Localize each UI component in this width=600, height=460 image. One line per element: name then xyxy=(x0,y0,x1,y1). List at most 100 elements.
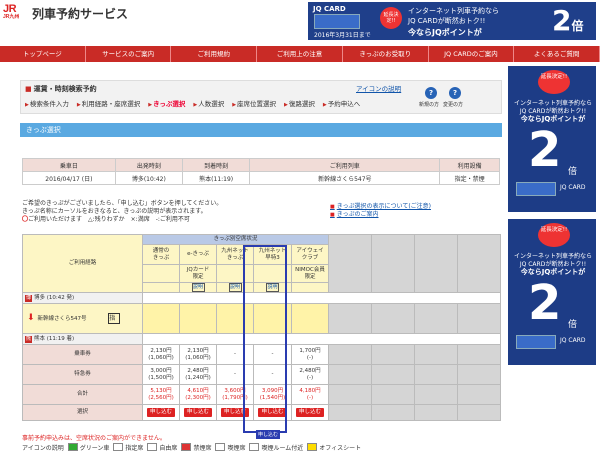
reserved-seat-icon: 指 xyxy=(108,313,121,324)
info-header: ご利用列車 xyxy=(249,158,441,172)
info-header: 乗車日 xyxy=(22,158,116,172)
side-big-number: 2 xyxy=(528,275,562,331)
banner-line3: 今ならJQポイントが xyxy=(408,28,482,37)
help-new-icon[interactable]: ? xyxy=(425,87,437,99)
ticket-name-iway[interactable]: アイウェイ クラブ xyxy=(290,244,330,265)
nav-cautions[interactable]: ご利用上の注意 xyxy=(257,46,343,62)
total-cell: 4,610円 (2,300円) xyxy=(179,384,217,405)
banner-badge: 延長決定!! xyxy=(380,7,402,29)
info-header: 利用設備 xyxy=(439,158,500,172)
main-nav: トップページ サービスのご案内 ご利用規約 ご利用上の注意 きっぷのお受取り J… xyxy=(0,46,600,62)
jr-logo[interactable]: JR JR九州 xyxy=(3,3,19,20)
banner-big-number: 2倍 xyxy=(552,4,584,37)
site-header: JR JR九州 列車予約サービス JQ CARD 2016年3月31日まで 延長決… xyxy=(0,0,600,42)
apply-button-e[interactable]: 申し込む xyxy=(183,408,212,417)
side-badge: 延長決定!! xyxy=(538,70,570,94)
price-cell: - xyxy=(216,344,254,365)
train-row: ⬇ 新幹線さくら547号 指 xyxy=(22,303,143,334)
ticket-name-normal[interactable]: 通常の きっぷ xyxy=(142,244,180,265)
smoking-room-icon xyxy=(249,443,260,451)
search-panel: 運賃・時刻検索予約 アイコンの説明 検索条件入力 利用経路・座席選択 きっぷ選択… xyxy=(20,80,502,114)
side-bai: 倍 xyxy=(568,320,578,330)
ticket-name-kyushu-net[interactable]: 九州ネット きっぷ xyxy=(216,244,254,265)
help-change-icon[interactable]: ? xyxy=(449,87,461,99)
info-header: 到着時刻 xyxy=(181,158,251,172)
row-label-total: 合計 xyxy=(22,384,143,405)
explain-link-e[interactable]: 説明 xyxy=(191,283,205,292)
jq-card-banner[interactable]: JQ CARD 2016年3月31日まで 延長決定!! インターネット列車予約な… xyxy=(308,2,596,40)
station-icon: 博 xyxy=(25,294,33,302)
explain-link-hayatoku3[interactable]: 説明 xyxy=(266,283,279,292)
step-4: 人数選択 xyxy=(193,98,224,108)
step-6: 復路選択 xyxy=(284,98,315,108)
side-banner-2[interactable]: 延長決定!! インターネット列車予約なら JQ CARDが断然おトク!! 今なら… xyxy=(508,219,596,365)
info-train: 新幹線さくら547号 xyxy=(249,171,441,185)
banner-jq-label: JQ CARD xyxy=(313,5,346,13)
apply-button-kyushu-net[interactable]: 申し込む xyxy=(220,408,249,417)
ticket-name-hayatoku3[interactable]: 九州ネット 早特3 xyxy=(253,244,292,265)
banner-line1: インターネット列車予約なら xyxy=(408,7,499,15)
banner-line2: JQ CARDが断然おトク!! xyxy=(408,17,486,25)
trip-info-table: 乗車日 出発時刻 到着時刻 ご利用列車 利用設備 2016/04/17 (日) … xyxy=(22,158,500,185)
step-3-current: きっぷ選択 xyxy=(148,98,185,108)
availability-legend: 〇ご利用いただけます △:残りわずか ×:満席 -:ご利用不可 xyxy=(22,216,190,223)
seat-caption: きっぷ別空席状況 xyxy=(141,234,330,245)
ticket-note-e: JQカード 限定 xyxy=(179,264,217,283)
ticket-grid: ご利用経路 きっぷ別空席状況 通常の きっぷ e-きっぷ 九州ネット きっぷ 九… xyxy=(22,234,502,421)
apply-button-iway[interactable]: 申し込む xyxy=(296,408,325,417)
legend-intro: アイコンの説明 xyxy=(22,445,64,452)
section-title: きっぷ選択 xyxy=(20,123,502,137)
non-smoking-icon xyxy=(181,443,192,451)
nav-top[interactable]: トップページ xyxy=(0,46,86,62)
step-2: 利用経路・座席選択 xyxy=(77,98,141,108)
note-line2: きっぷ名称にカーソルをおきなると、きっぷの説明が表示されます。 xyxy=(22,208,207,215)
office-seat-icon xyxy=(307,443,318,451)
station-icon: 熊 xyxy=(25,335,33,343)
nav-jqcard[interactable]: JQ CARDのご案内 xyxy=(429,46,515,62)
icon-legend: アイコンの説明 グリーン車 指定席 自由席 禁煙席 喫煙席 喫煙ルーム付近 オフ… xyxy=(22,443,362,452)
to-station: 熊熊本 (11:19 着) xyxy=(22,333,143,345)
icon-help-link[interactable]: アイコンの説明 xyxy=(356,83,401,93)
nav-pickup[interactable]: きっぷのお受取り xyxy=(343,46,429,62)
apply-button-hayatoku3[interactable]: 申し込む xyxy=(258,408,287,417)
card-image xyxy=(314,14,360,29)
reserved-icon xyxy=(113,443,124,451)
info-links: きっぷ選択の表示について(ご注意) きっぷのご案内 xyxy=(330,203,431,219)
banner-date: 2016年3月31日まで xyxy=(314,32,371,39)
side-banner-1[interactable]: 延長決定!! インターネット列車予約なら JQ CARDが断然おトク!! 今なら… xyxy=(508,66,596,212)
info-depart: 博多(10:42) xyxy=(114,171,184,185)
step-7: 予約申込へ xyxy=(323,98,361,108)
ticket-name-e[interactable]: e-きっぷ xyxy=(179,244,217,265)
price-cell: 2,130円 (1,060円) xyxy=(142,344,180,365)
apply-button-normal[interactable]: 申し込む xyxy=(146,408,175,417)
help-new-label: 新規の方 xyxy=(419,102,440,108)
step-5: 座席位置選択 xyxy=(232,98,276,108)
side-badge: 延長決定!! xyxy=(538,223,570,247)
info-header: 出発時刻 xyxy=(114,158,184,172)
explain-link-kyushu-net[interactable]: 説明 xyxy=(228,283,242,292)
panel-title: 運賃・時刻検索予約 xyxy=(25,84,97,94)
unreserved-icon xyxy=(147,443,158,451)
nav-terms[interactable]: ご利用規約 xyxy=(171,46,258,62)
link-display-notice[interactable]: きっぷ選択の表示について(ご注意) xyxy=(330,203,431,211)
step-1: 検索条件入力 xyxy=(25,98,69,108)
nav-services[interactable]: サービスのご案内 xyxy=(86,46,172,62)
note-line1: ご希望のきっぷがございましたら、「申し込む」ボタンを押してください。 xyxy=(22,200,223,207)
total-cell: 3,600円 (1,790円) xyxy=(216,384,254,405)
card-image xyxy=(516,182,556,196)
step-breadcrumb: 検索条件入力 利用経路・座席選択 きっぷ選択 人数選択 座席位置選択 復路選択 … xyxy=(25,98,368,108)
side-jq: JQ CARD xyxy=(560,184,586,191)
price-cell: - xyxy=(253,364,292,385)
total-cell: 5,130円 (2,560円) xyxy=(142,384,180,405)
row-label-select: 選択 xyxy=(22,404,143,421)
nav-faq[interactable]: よくあるご質問 xyxy=(514,46,600,62)
side-jq: JQ CARD xyxy=(560,337,586,344)
total-cell: 3,090円 (1,540円) xyxy=(253,384,292,405)
price-cell: 2,130円 (1,060円) xyxy=(179,344,217,365)
from-station: 博博多 (10:42 発) xyxy=(22,292,143,304)
cursor-tooltip: 申し込む xyxy=(256,430,281,439)
row-label-express: 特急券 xyxy=(22,364,143,385)
link-ticket-guide[interactable]: きっぷのご案内 xyxy=(330,211,431,219)
price-cell: 3,000円 (1,500円) xyxy=(142,364,180,385)
price-cell: 2,480円 (-) xyxy=(290,364,330,385)
